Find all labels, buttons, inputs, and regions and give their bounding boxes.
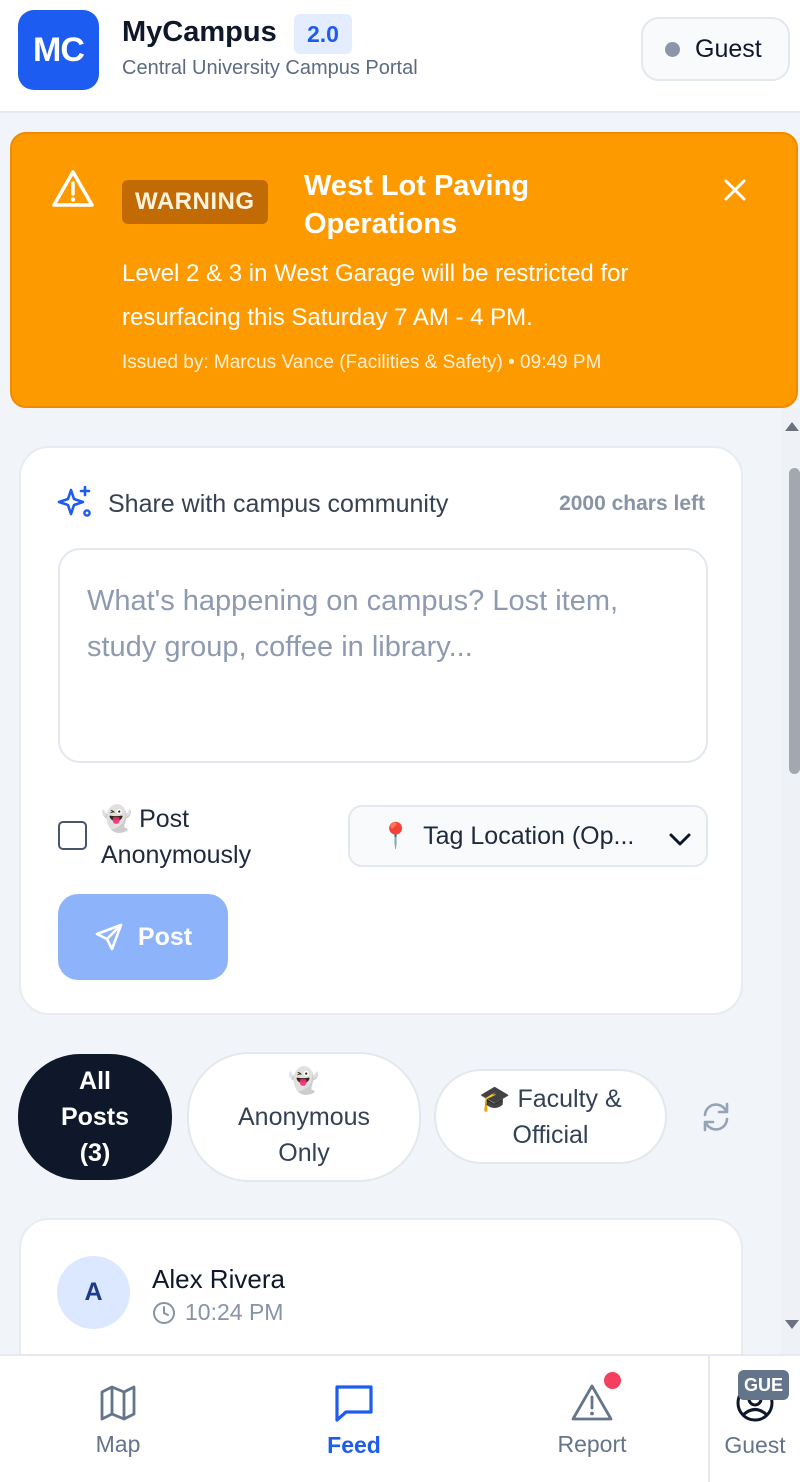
app-logo[interactable]: MC xyxy=(18,10,99,90)
status-dot-icon xyxy=(665,41,680,57)
post-timestamp: 10:24 PM xyxy=(152,1299,283,1326)
ghost-icon: 👻 xyxy=(288,1067,320,1095)
app-subtitle: Central University Campus Portal xyxy=(122,57,418,79)
filter-anonymous-label: Anonymous Only xyxy=(237,1103,371,1167)
filter-faculty-official[interactable]: 🎓 Faculty & Official xyxy=(434,1069,667,1164)
nav-map-label: Map xyxy=(95,1430,141,1457)
sparkles-icon xyxy=(57,485,93,526)
app-title: MyCampus xyxy=(122,16,277,48)
scrollbar-thumb[interactable] xyxy=(789,468,800,774)
alert-severity-badge: WARNING xyxy=(122,180,268,224)
bottom-navigation: Map Feed Report GUE Guest xyxy=(0,1354,800,1482)
user-status-label: Guest xyxy=(695,34,762,63)
location-select-value: Tag Location (Op... xyxy=(423,821,635,850)
post-button-label: Post xyxy=(137,922,193,951)
alert-triangle-icon xyxy=(571,1384,613,1420)
char-counter: 2000 chars left xyxy=(559,492,705,515)
alert-meta: Issued by: Marcus Vance (Facilities & Sa… xyxy=(122,352,602,373)
post-author: Alex Rivera xyxy=(152,1264,285,1294)
refresh-icon[interactable] xyxy=(699,1100,733,1139)
nav-report-label: Report xyxy=(557,1430,627,1457)
clock-icon xyxy=(153,1301,175,1324)
anonymous-checkbox[interactable] xyxy=(58,821,87,850)
user-status-button[interactable]: Guest xyxy=(641,17,790,81)
map-icon xyxy=(100,1385,136,1420)
nav-guest-label: Guest xyxy=(724,1431,786,1458)
ghost-icon: 👻 xyxy=(101,805,133,833)
graduation-cap-icon: 🎓 xyxy=(479,1084,511,1113)
notification-dot xyxy=(604,1372,621,1389)
compose-card: Share with campus community 2000 chars l… xyxy=(19,446,743,1015)
scroll-down-arrow-icon[interactable] xyxy=(785,1320,799,1329)
post-textarea[interactable]: What's happening on campus? Lost item, s… xyxy=(58,548,708,763)
nav-feed[interactable]: Feed xyxy=(294,1356,414,1482)
alert-body: Level 2 & 3 in West Garage will be restr… xyxy=(122,260,629,331)
chevron-down-icon xyxy=(668,826,692,855)
filter-anonymous-only[interactable]: 👻 Anonymous Only xyxy=(187,1052,421,1182)
pin-icon: 📍 xyxy=(380,821,412,850)
filter-faculty-label: 🎓 Faculty & Official xyxy=(461,1081,641,1153)
filter-all-label: All Posts (3) xyxy=(60,1067,130,1167)
guest-badge: GUE xyxy=(738,1370,790,1400)
chat-bubble-icon xyxy=(335,1384,373,1422)
send-icon xyxy=(95,923,123,951)
nav-guest[interactable]: GUE Guest xyxy=(708,1356,800,1482)
compose-label: Share with campus community xyxy=(108,490,449,518)
avatar[interactable]: A xyxy=(57,1256,130,1329)
filter-anonymous-content: 👻 Anonymous Only xyxy=(219,1063,389,1171)
warning-alert-banner: WARNING West Lot Paving Operations Level… xyxy=(10,132,798,408)
nav-report[interactable]: Report xyxy=(532,1356,652,1482)
location-select[interactable]: 📍 Tag Location (Op... xyxy=(348,805,708,867)
warning-triangle-icon xyxy=(51,169,95,214)
app-header: MC MyCampus 2.0 Central University Campu… xyxy=(0,0,800,113)
alert-title: West Lot Paving Operations xyxy=(304,170,530,240)
post-button[interactable]: Post xyxy=(58,894,228,980)
close-icon[interactable] xyxy=(722,177,748,208)
anonymous-label[interactable]: 👻 Post Anonymously xyxy=(101,801,301,873)
filter-faculty-text: Faculty & Official xyxy=(512,1084,622,1149)
scrollbar[interactable] xyxy=(781,408,800,1354)
version-badge: 2.0 xyxy=(294,14,352,54)
filter-all-posts[interactable]: All Posts (3) xyxy=(18,1054,172,1180)
post-time-text: 10:24 PM xyxy=(185,1299,284,1325)
nav-feed-label: Feed xyxy=(327,1431,381,1458)
nav-map[interactable]: Map xyxy=(58,1356,178,1482)
scroll-up-arrow-icon[interactable] xyxy=(785,422,799,431)
